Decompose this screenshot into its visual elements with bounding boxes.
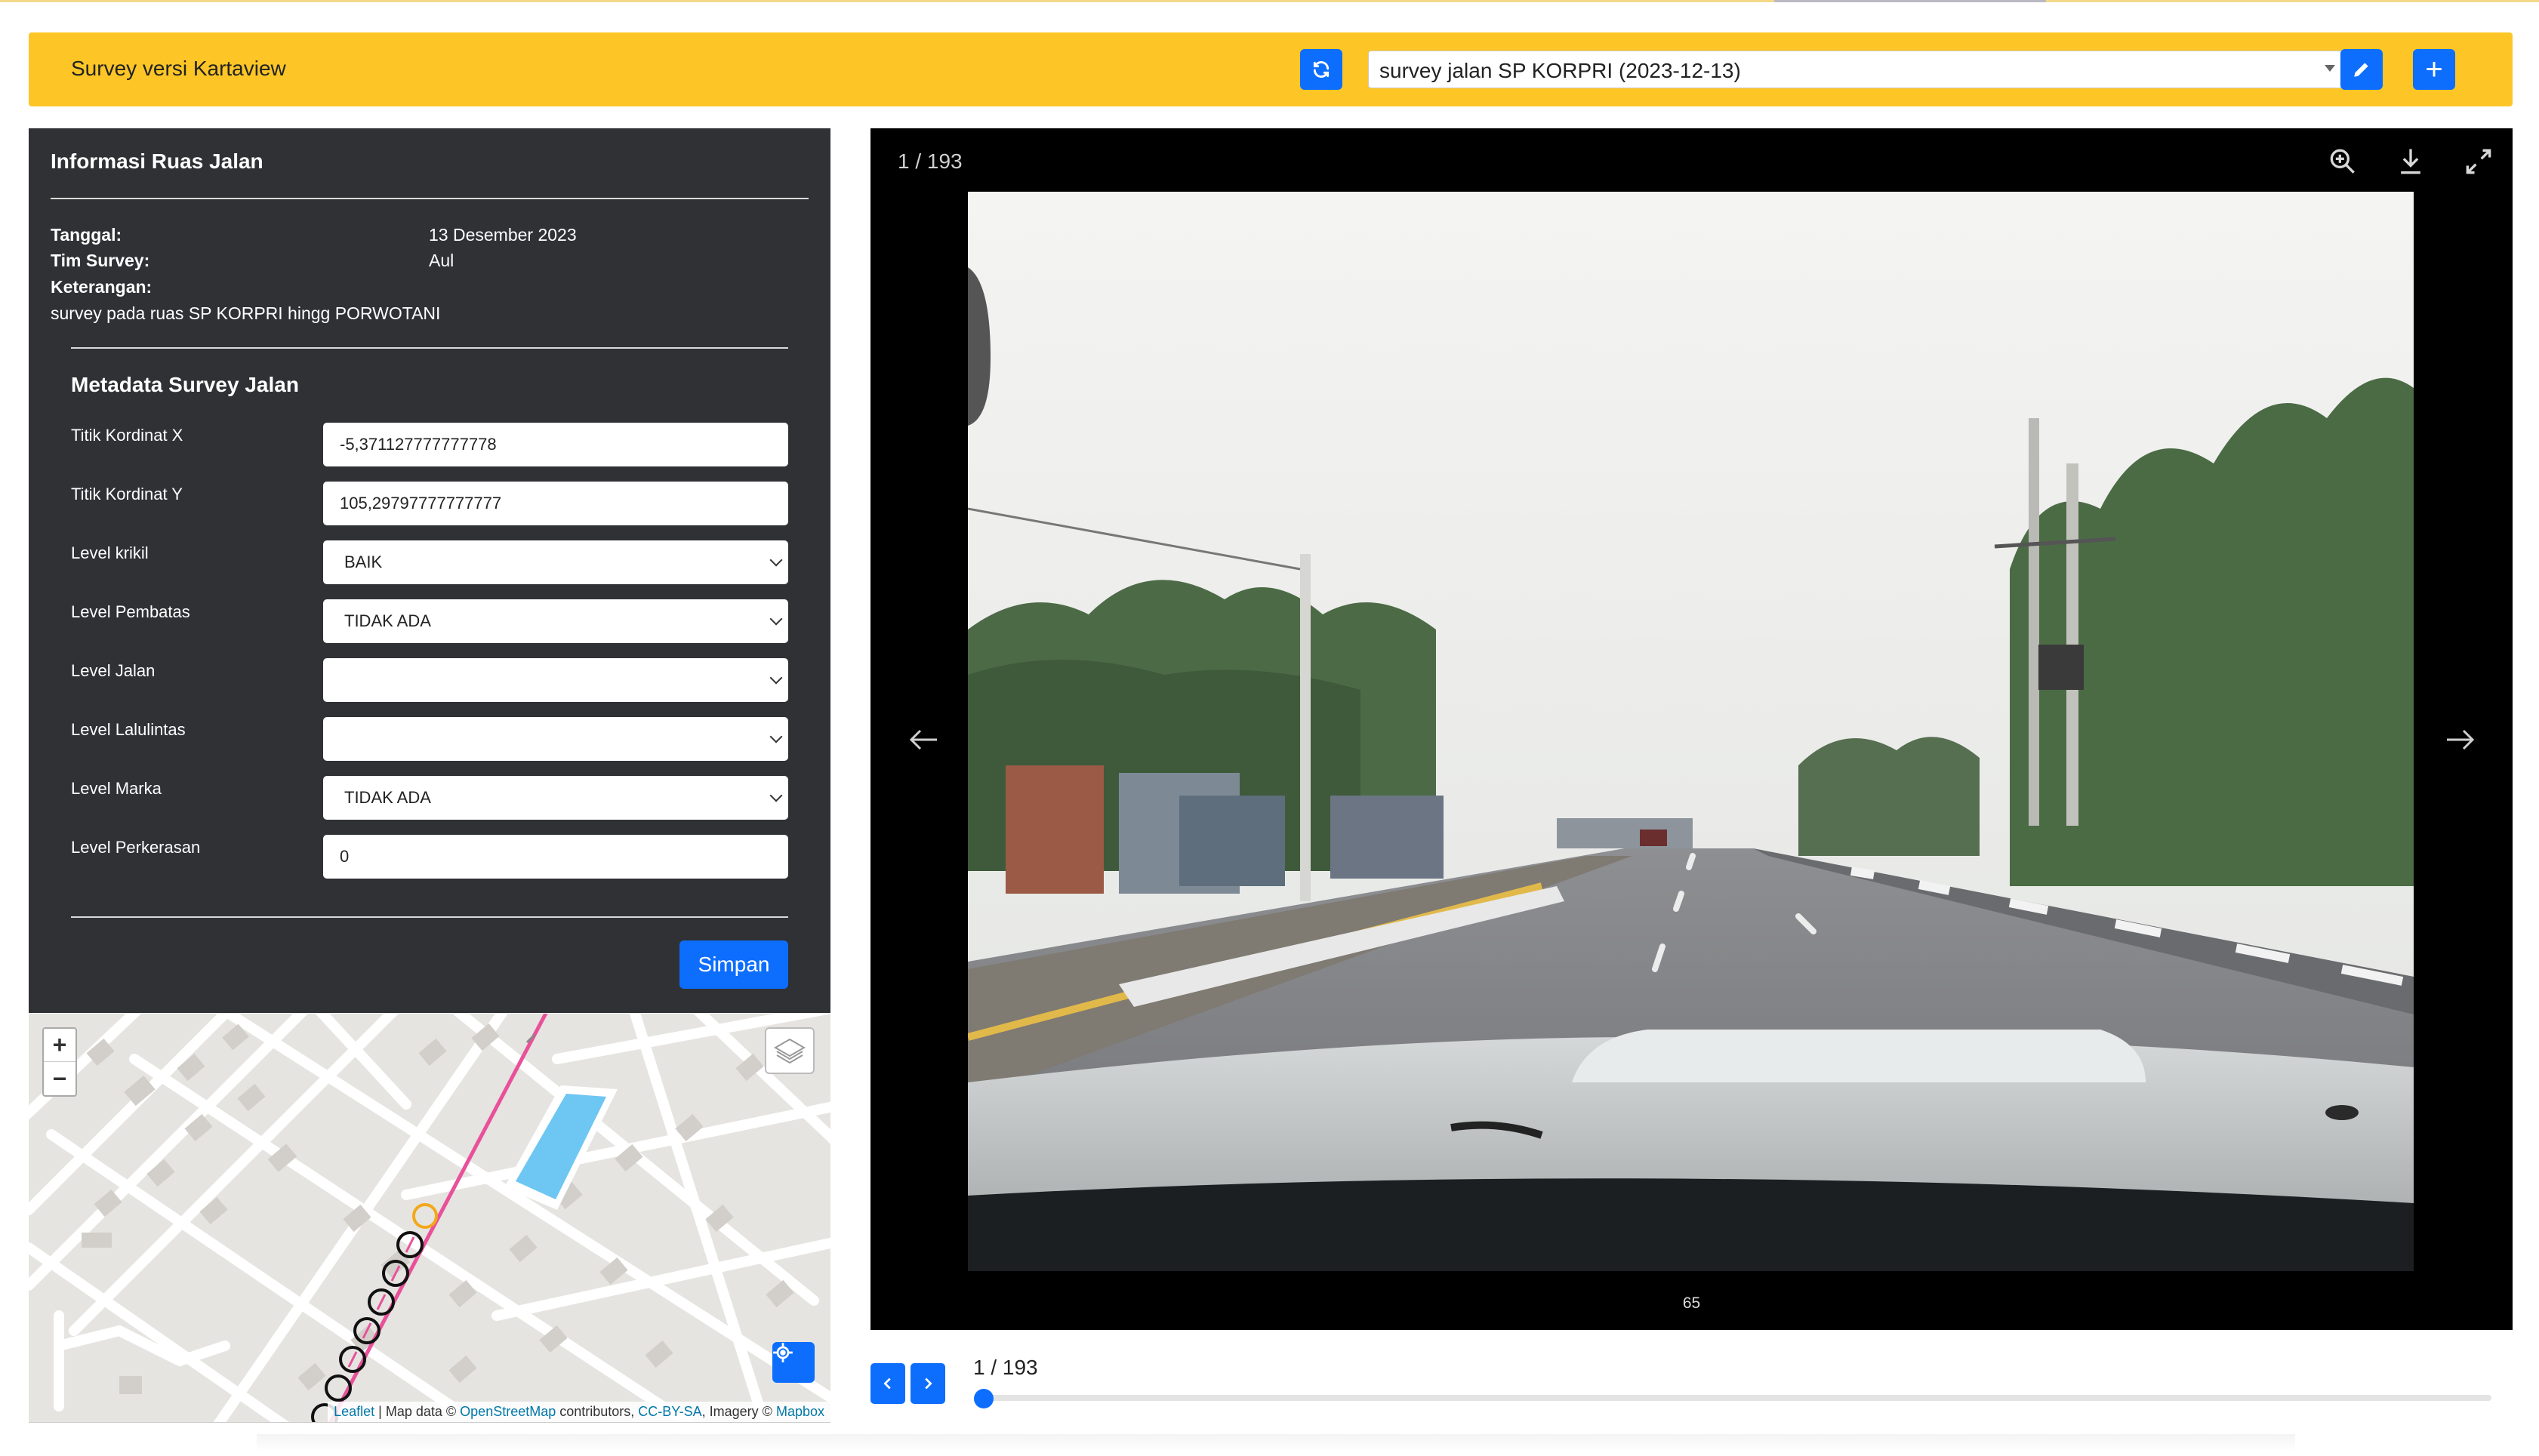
header-title: Survey versi Kartaview: [71, 57, 286, 80]
field-label-lalulintas: Level Lalulintas: [71, 720, 186, 739]
level-perkerasan-input[interactable]: 0: [323, 835, 788, 879]
field-label-y: Titik Kordinat Y: [71, 485, 183, 503]
level-marka-value: TIDAK ADA: [344, 788, 431, 807]
divider: [71, 916, 788, 918]
level-krikil-select[interactable]: BAIK: [323, 540, 788, 584]
chevron-down-icon: [769, 730, 783, 743]
road-scene-image: [968, 192, 2414, 1271]
image-viewer: 1 / 193 65: [870, 128, 2513, 1330]
info-title: Informasi Ruas Jalan: [51, 149, 263, 173]
tanggal-label: Tanggal:: [51, 225, 122, 245]
attribution-text: | Map data ©: [374, 1404, 461, 1419]
top-accent-segment: [1774, 0, 2046, 2]
divider: [71, 347, 788, 349]
prev-button[interactable]: [870, 1363, 905, 1404]
zoom-in-button[interactable]: +: [44, 1029, 75, 1062]
leaflet-link[interactable]: Leaflet: [334, 1404, 374, 1419]
mapbox-link[interactable]: Mapbox: [776, 1404, 824, 1419]
coord-y-input[interactable]: 105,29797777777777: [323, 482, 788, 525]
arrow-right-icon[interactable]: [2441, 725, 2479, 755]
divider: [51, 198, 809, 199]
coord-x-input[interactable]: -5,371127777777778: [323, 423, 788, 466]
field-label-perkerasan: Level Perkerasan: [71, 838, 201, 857]
image-slider-thumb[interactable]: [974, 1389, 994, 1408]
chevron-right-icon: [925, 1378, 932, 1390]
level-krikil-value: BAIK: [344, 553, 383, 571]
field-label-krikil: Level krikil: [71, 543, 149, 562]
refresh-icon: [1313, 61, 1330, 78]
image-counter: 1 / 193: [898, 149, 963, 173]
caret-down-icon: [2325, 65, 2335, 72]
level-pembatas-value: TIDAK ADA: [344, 611, 431, 630]
attribution-text: contributors,: [556, 1404, 639, 1419]
info-panel: Informasi Ruas Jalan Tanggal: 13 Desembe…: [29, 128, 830, 1013]
header-bar: Survey versi Kartaview survey jalan SP K…: [29, 32, 2513, 106]
download-icon[interactable]: [2394, 145, 2427, 178]
level-marka-select[interactable]: TIDAK ADA: [323, 776, 788, 820]
survey-photo[interactable]: [968, 192, 2414, 1271]
chevron-down-icon: [769, 671, 783, 685]
tim-value: Aul: [429, 251, 454, 270]
level-lalulintas-select[interactable]: [323, 717, 788, 761]
edit-button[interactable]: [2340, 49, 2383, 90]
layers-button[interactable]: [765, 1027, 815, 1074]
attribution-text: , Imagery ©: [701, 1404, 776, 1419]
pencil-icon: [2354, 63, 2368, 77]
save-button[interactable]: Simpan: [679, 940, 788, 989]
layers-icon: [774, 1038, 806, 1064]
field-label-x: Titik Kordinat X: [71, 426, 183, 445]
image-slider-track[interactable]: [981, 1395, 2491, 1401]
add-button[interactable]: +: [2413, 49, 2455, 90]
tanggal-value: 13 Desember 2023: [429, 225, 577, 245]
level-jalan-select[interactable]: [323, 658, 788, 702]
image-caption: 65: [1682, 1294, 1701, 1312]
zoom-control: + −: [42, 1027, 77, 1097]
top-accent-line: [0, 0, 2539, 2]
level-pembatas-select[interactable]: TIDAK ADA: [323, 599, 788, 643]
chevron-down-icon: [769, 553, 783, 567]
keterangan-label: Keterangan:: [51, 277, 153, 297]
zoom-icon[interactable]: [2326, 145, 2359, 178]
survey-select-value: survey jalan SP KORPRI (2023-12-13): [1379, 59, 1741, 82]
map-attribution: Leaflet | Map data © OpenStreetMap contr…: [328, 1402, 830, 1422]
map-view[interactable]: + − Leaflet | Map data © OpenStreetMap c…: [29, 1014, 830, 1423]
keterangan-value: survey pada ruas SP KORPRI hingg PORWOTA…: [51, 303, 441, 323]
refresh-button[interactable]: [1300, 49, 1342, 90]
field-label-pembatas: Level Pembatas: [71, 602, 190, 621]
zoom-out-button[interactable]: −: [44, 1062, 75, 1095]
page-shadow: [257, 1434, 2295, 1452]
next-button[interactable]: [911, 1363, 945, 1404]
fullscreen-icon[interactable]: [2462, 145, 2495, 178]
field-label-jalan: Level Jalan: [71, 661, 156, 680]
locate-button[interactable]: [772, 1342, 815, 1383]
field-label-marka: Level Marka: [71, 779, 162, 798]
map-tiles: [29, 1014, 830, 1422]
chevron-left-icon: [883, 1378, 891, 1390]
metadata-title: Metadata Survey Jalan: [71, 373, 299, 396]
arrow-left-icon[interactable]: [905, 725, 943, 755]
chevron-down-icon: [769, 789, 783, 802]
tim-label: Tim Survey:: [51, 251, 150, 270]
osm-link[interactable]: OpenStreetMap: [460, 1404, 556, 1419]
slider-label: 1 / 193: [973, 1356, 1038, 1379]
survey-select[interactable]: survey jalan SP KORPRI (2023-12-13): [1368, 51, 2346, 88]
chevron-down-icon: [769, 612, 783, 626]
license-link[interactable]: CC-BY-SA: [638, 1404, 701, 1419]
crosshair-icon: [773, 1343, 793, 1362]
